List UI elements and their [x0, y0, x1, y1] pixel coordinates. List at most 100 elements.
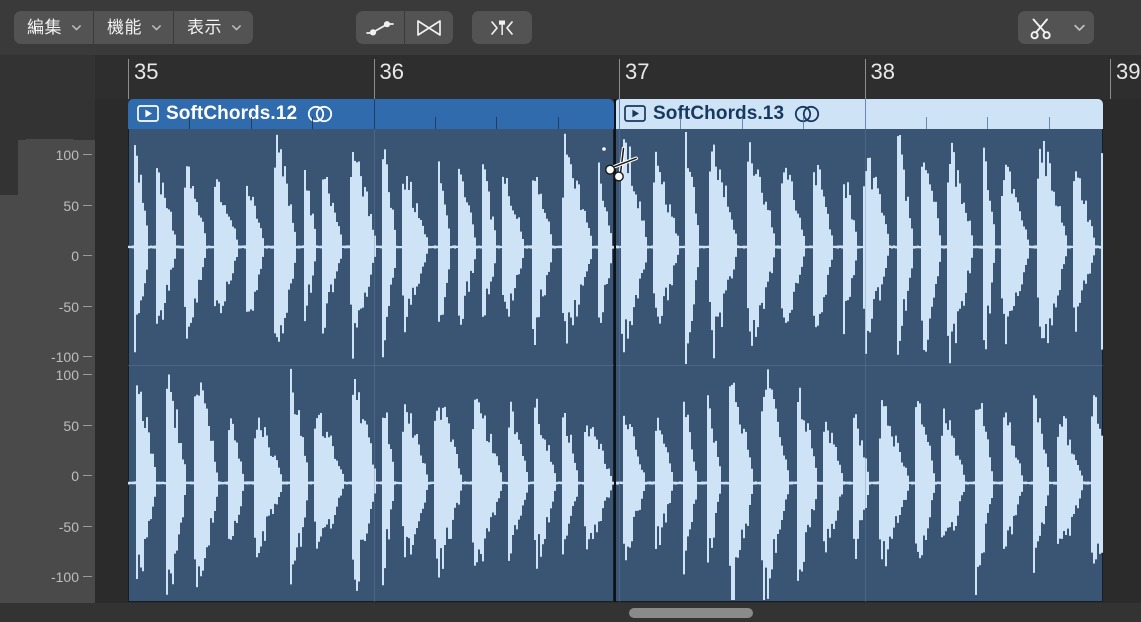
- amplitude-scale-channel-2: 100 50 0 -50 -100: [18, 368, 95, 584]
- functions-menu[interactable]: 機能: [94, 11, 174, 44]
- region-header[interactable]: SoftChords.13: [615, 99, 1103, 129]
- amplitude-tick-mark: [83, 255, 92, 256]
- region-play-icon: [137, 105, 159, 122]
- bar-line: [128, 59, 129, 99]
- bar-number-label: 39: [1116, 61, 1140, 83]
- beat-tick: [558, 117, 559, 129]
- amplitude-tick-0: 0: [18, 249, 95, 263]
- beat-tick: [619, 99, 620, 129]
- bar-number-label: 35: [134, 61, 158, 83]
- snap-playhead-icon: [488, 17, 516, 39]
- edit-menu[interactable]: 編集: [14, 11, 94, 44]
- stereo-channel-icon: [793, 104, 821, 124]
- snap-to-playhead-button[interactable]: [472, 11, 532, 44]
- amplitude-tick-mark: [83, 374, 92, 375]
- beat-tick: [312, 117, 313, 129]
- waveform-lane-channel-1[interactable]: [128, 129, 614, 365]
- bar-line: [1110, 59, 1111, 99]
- bar-line: [619, 59, 620, 99]
- chevron-down-icon: [71, 22, 82, 33]
- bar-ruler[interactable]: 35 36 37 38 39: [95, 55, 1141, 100]
- edit-menu-label: 編集: [27, 19, 62, 36]
- functions-menu-label: 機能: [107, 19, 142, 36]
- beat-tick: [1049, 117, 1050, 129]
- zero-amplitude-line: [128, 483, 614, 484]
- snap-button-group: [472, 11, 532, 44]
- beat-tick: [865, 99, 866, 129]
- beat-tick: [496, 117, 497, 129]
- chevron-down-icon: [1073, 21, 1086, 34]
- beat-tick: [742, 117, 743, 129]
- amplitude-tick-50: 50: [18, 419, 95, 433]
- amplitude-tick-label: 0: [71, 469, 79, 483]
- bar-number-label: 37: [625, 61, 649, 83]
- chevron-down-icon: [151, 22, 162, 33]
- amplitude-tick-0: 0: [18, 469, 95, 483]
- region-play-icon: [624, 105, 646, 122]
- region-split-boundary: [614, 99, 616, 602]
- bar-line: [374, 59, 375, 99]
- automation-curve-tool[interactable]: [356, 11, 405, 44]
- amplitude-tick-mark: [83, 576, 92, 577]
- amplitude-tick-label: 0: [71, 249, 79, 263]
- beat-tick: [987, 117, 988, 129]
- beat-tick: [680, 117, 681, 129]
- region-header[interactable]: SoftChords.12: [128, 99, 614, 129]
- toolbar: 編集 機能 表示: [0, 0, 1141, 55]
- menu-button-group: 編集 機能 表示: [14, 11, 253, 44]
- amplitude-tick--100: -100: [18, 570, 95, 584]
- amplitude-tick-mark: [83, 306, 92, 307]
- beat-tick: [926, 117, 927, 129]
- amplitude-tick-mark: [83, 475, 92, 476]
- amplitude-tick-mark: [83, 205, 92, 206]
- region-name-label: SoftChords.12: [166, 103, 297, 125]
- waveform-lane-channel-2[interactable]: [128, 365, 614, 601]
- amplitude-tick--50: -50: [18, 520, 95, 534]
- scissors-dropdown-button[interactable]: [1064, 11, 1094, 44]
- horizontal-scrollbar[interactable]: [95, 603, 1141, 622]
- amplitude-tick--100: -100: [18, 350, 95, 364]
- zero-amplitude-line: [615, 247, 1103, 248]
- amplitude-scale-channel-1: 100 50 0 -50 -100: [18, 148, 95, 364]
- amplitude-tick-50: 50: [18, 199, 95, 213]
- amplitude-tick-100: 100: [18, 148, 95, 162]
- amplitude-tick-mark: [83, 356, 92, 357]
- region-name-label: SoftChords.13: [653, 103, 784, 125]
- view-menu[interactable]: 表示: [174, 11, 253, 44]
- zero-amplitude-line: [615, 483, 1103, 484]
- beat-tick: [189, 117, 190, 129]
- amplitude-tick-mark: [83, 154, 92, 155]
- stereo-channel-icon: [306, 104, 334, 124]
- amplitude-tick-label: 50: [63, 199, 79, 213]
- amplitude-tick-mark: [83, 526, 92, 527]
- audio-region-softchords-13[interactable]: SoftChords.13: [615, 99, 1103, 602]
- bar-line: [865, 59, 866, 99]
- waveform-lane-channel-2[interactable]: [615, 365, 1103, 601]
- amplitude-tick-label: -100: [51, 350, 79, 364]
- crossfade-bowtie-icon: [414, 18, 444, 38]
- waveform-canvas[interactable]: SoftChords.12 SoftChords.13: [95, 99, 1141, 603]
- bar-number-label: 36: [380, 61, 404, 83]
- amplitude-tick-100: 100: [18, 368, 95, 382]
- amplitude-tick-label: -100: [51, 570, 79, 584]
- audio-region-softchords-12[interactable]: SoftChords.12: [128, 99, 614, 602]
- bar-gridline: [374, 129, 375, 602]
- waveform-lane-channel-1[interactable]: [615, 129, 1103, 365]
- amplitude-tick-label: -50: [59, 300, 79, 314]
- zero-amplitude-line: [128, 247, 614, 248]
- amplitude-tick-mark: [83, 425, 92, 426]
- bottom-left-corner: [0, 603, 95, 622]
- amplitude-tick--50: -50: [18, 300, 95, 314]
- beat-tick: [803, 117, 804, 129]
- horizontal-scroll-thumb[interactable]: [629, 608, 753, 618]
- track-gutter: [0, 195, 18, 603]
- amplitude-tick-label: 100: [56, 148, 79, 162]
- bar-gridline: [865, 129, 866, 602]
- bar-gridline: [619, 129, 620, 602]
- amplitude-tick-label: 50: [63, 419, 79, 433]
- amplitude-tick-label: 100: [56, 368, 79, 382]
- bar-number-label: 38: [871, 61, 895, 83]
- fade-tool[interactable]: [405, 11, 453, 44]
- audio-track-editor-window: 編集 機能 表示: [0, 0, 1141, 622]
- scissors-tool-button[interactable]: [1018, 11, 1064, 44]
